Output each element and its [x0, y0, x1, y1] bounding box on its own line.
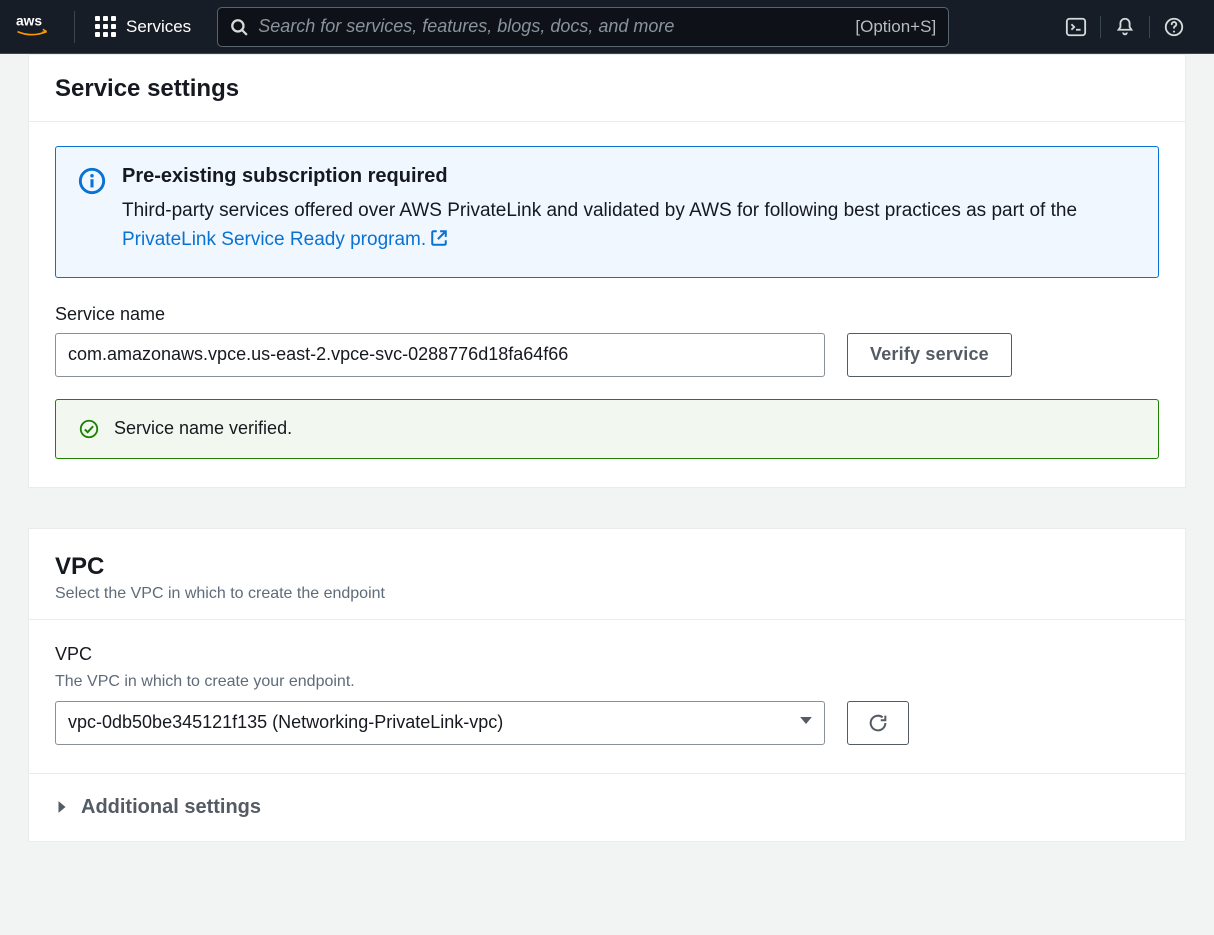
- search-shortcut-hint: [Option+S]: [855, 17, 936, 37]
- additional-settings-label: Additional settings: [81, 796, 261, 819]
- help-button[interactable]: [1150, 9, 1198, 45]
- top-nav: aws Services [Option+S]: [0, 0, 1214, 54]
- info-box-title: Pre-existing subscription required: [122, 165, 1136, 188]
- service-settings-body: Pre-existing subscription required Third…: [29, 122, 1185, 487]
- grid-icon: [95, 16, 116, 37]
- service-name-field: Service name Verify service: [55, 304, 1159, 377]
- search-input[interactable]: [258, 16, 845, 37]
- subscription-info-box: Pre-existing subscription required Third…: [55, 146, 1159, 278]
- nav-right-icons: [1052, 9, 1198, 45]
- verified-message: Service name verified.: [114, 418, 292, 439]
- vpc-field-sublabel: The VPC in which to create your endpoint…: [55, 673, 1159, 691]
- refresh-icon: [867, 712, 889, 734]
- verified-success-box: Service name verified.: [55, 399, 1159, 459]
- global-search[interactable]: [Option+S]: [217, 7, 949, 47]
- vpc-select-value: vpc-0db50be345121f135 (Networking-Privat…: [55, 701, 825, 745]
- cloudshell-icon: [1065, 16, 1087, 38]
- service-settings-panel: Service settings Pre-existing subscripti…: [28, 54, 1186, 488]
- service-settings-header: Service settings: [29, 55, 1185, 122]
- search-icon: [230, 18, 248, 36]
- service-name-label: Service name: [55, 304, 1159, 325]
- services-menu-button[interactable]: Services: [83, 16, 203, 37]
- vpc-panel-header: VPC Select the VPC in which to create th…: [29, 529, 1185, 620]
- vpc-field-label: VPC: [55, 644, 1159, 665]
- vpc-select[interactable]: vpc-0db50be345121f135 (Networking-Privat…: [55, 701, 825, 745]
- vpc-panel: VPC Select the VPC in which to create th…: [28, 528, 1186, 842]
- check-circle-icon: [78, 418, 100, 440]
- main-content: Service settings Pre-existing subscripti…: [0, 54, 1214, 882]
- refresh-vpc-button[interactable]: [847, 701, 909, 745]
- additional-settings-toggle[interactable]: Additional settings: [29, 773, 1185, 841]
- external-link-icon: [430, 229, 448, 247]
- verify-service-button[interactable]: Verify service: [847, 333, 1012, 377]
- services-label: Services: [126, 17, 191, 37]
- aws-logo[interactable]: aws: [16, 11, 75, 43]
- cloudshell-button[interactable]: [1052, 9, 1100, 45]
- vpc-title: VPC: [55, 553, 1159, 581]
- bell-icon: [1114, 16, 1136, 38]
- svg-text:aws: aws: [16, 13, 42, 28]
- info-icon: [78, 167, 106, 195]
- vpc-subtitle: Select the VPC in which to create the en…: [55, 585, 1159, 603]
- notifications-button[interactable]: [1101, 9, 1149, 45]
- service-name-input[interactable]: [55, 333, 825, 377]
- help-icon: [1163, 16, 1185, 38]
- privatelink-program-link[interactable]: PrivateLink Service Ready program.: [122, 229, 448, 250]
- service-settings-title: Service settings: [55, 75, 1159, 103]
- vpc-panel-body: VPC The VPC in which to create your endp…: [29, 620, 1185, 773]
- info-box-text: Third-party services offered over AWS Pr…: [122, 196, 1136, 255]
- caret-right-icon: [55, 800, 69, 814]
